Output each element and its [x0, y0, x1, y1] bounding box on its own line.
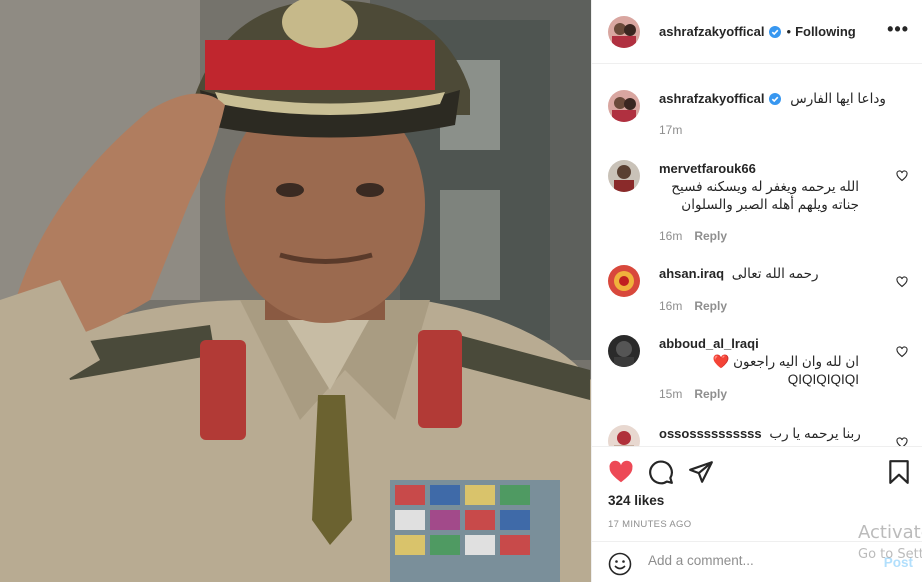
- post-timestamp: 17 MINUTES AGO: [608, 519, 692, 530]
- paper-plane-icon[interactable]: [688, 459, 714, 485]
- comment-body: mervetfarouk66 الله يرحمه ويغفر له ويسكن…: [659, 160, 887, 214]
- caption-time: 17m: [659, 123, 683, 137]
- comment-meta: 15m Reply: [659, 387, 727, 401]
- comment-username[interactable]: ossossssssssss: [659, 426, 762, 441]
- comment-text: رحمه الله تعالى: [731, 266, 819, 281]
- comment-text: الله يرحمه ويغفر له ويسكنه فسيح جناته وي…: [671, 179, 859, 212]
- caption-body: ashrafzakyoffical وداعا ايها الفارس: [659, 90, 899, 108]
- comment-meta: 16m Reply: [659, 299, 727, 313]
- author-username[interactable]: ashrafzakyoffical: [659, 24, 765, 39]
- caption-item: ashrafzakyoffical وداعا ايها الفارس 17m: [608, 90, 908, 150]
- bookmark-icon[interactable]: [886, 459, 912, 485]
- smiley-icon[interactable]: [608, 552, 632, 576]
- post-header: ashrafzakyoffical • Following •••: [592, 0, 922, 64]
- like-comment-icon[interactable]: [896, 170, 908, 182]
- comment-time: 16m: [659, 299, 683, 313]
- commenter-avatar[interactable]: [608, 425, 640, 446]
- comment-text: ان لله وان اليه راجعون ❤️ QIQIQIQIQI: [712, 354, 859, 387]
- like-comment-icon[interactable]: [896, 276, 908, 288]
- comment-input[interactable]: [648, 553, 868, 568]
- reply-button[interactable]: Reply: [694, 299, 727, 313]
- reply-button[interactable]: Reply: [694, 387, 727, 401]
- verified-badge-icon: [768, 93, 781, 105]
- comment-username[interactable]: mervetfarouk66: [659, 161, 756, 176]
- caption-username[interactable]: ashrafzakyoffical: [659, 91, 765, 106]
- post-side-panel: ashrafzakyoffical • Following ••• ashraf…: [591, 0, 922, 582]
- comment-body: ossossssssssss ربنا يرحمه يا رب: [659, 425, 887, 443]
- comment-body: abboud_al_lraqi ان لله وان اليه راجعون ❤…: [659, 335, 887, 389]
- caption-meta: 17m: [659, 123, 682, 137]
- more-options-icon[interactable]: •••: [887, 20, 909, 38]
- caption-avatar[interactable]: [608, 90, 640, 122]
- commenter-avatar[interactable]: [608, 265, 640, 297]
- author-avatar[interactable]: [608, 15, 640, 48]
- commenter-avatar[interactable]: [608, 160, 640, 192]
- verified-badge-icon: [768, 25, 781, 38]
- comment-item: mervetfarouk66 الله يرحمه ويغفر له ويسكن…: [608, 160, 908, 245]
- post-image[interactable]: [0, 0, 591, 582]
- windows-activation-watermark: Activate: [858, 522, 922, 543]
- comment-body: ahsan.iraq رحمه الله تعالى: [659, 265, 887, 283]
- like-comment-icon[interactable]: [896, 437, 908, 446]
- commenter-avatar[interactable]: [608, 335, 640, 367]
- following-button[interactable]: Following: [795, 24, 856, 39]
- like-comment-icon[interactable]: [896, 346, 908, 358]
- comment-item: ahsan.iraq رحمه الله تعالى 16m Reply: [608, 265, 908, 320]
- likes-count[interactable]: 324 likes: [608, 493, 664, 508]
- windows-activation-subtext: Go to Sett: [858, 547, 922, 562]
- heart-filled-icon[interactable]: [608, 459, 634, 485]
- header-separator: •: [786, 24, 792, 39]
- comment-time: 16m: [659, 229, 683, 243]
- comment-item: ossossssssssss ربنا يرحمه يا رب: [608, 425, 908, 446]
- reply-button[interactable]: Reply: [694, 229, 727, 243]
- comment-meta: 16m Reply: [659, 229, 727, 243]
- comment-time: 15m: [659, 387, 683, 401]
- comment-username[interactable]: ahsan.iraq: [659, 266, 724, 281]
- comment-item: abboud_al_lraqi ان لله وان اليه راجعون ❤…: [608, 335, 908, 405]
- comment-text: ربنا يرحمه يا رب: [769, 426, 861, 441]
- comment-bubble-icon[interactable]: [648, 459, 674, 485]
- comments-list[interactable]: ashrafzakyoffical وداعا ايها الفارس 17m …: [592, 65, 922, 446]
- comment-username[interactable]: abboud_al_lraqi: [659, 336, 759, 351]
- caption-text: وداعا ايها الفارس: [790, 91, 886, 106]
